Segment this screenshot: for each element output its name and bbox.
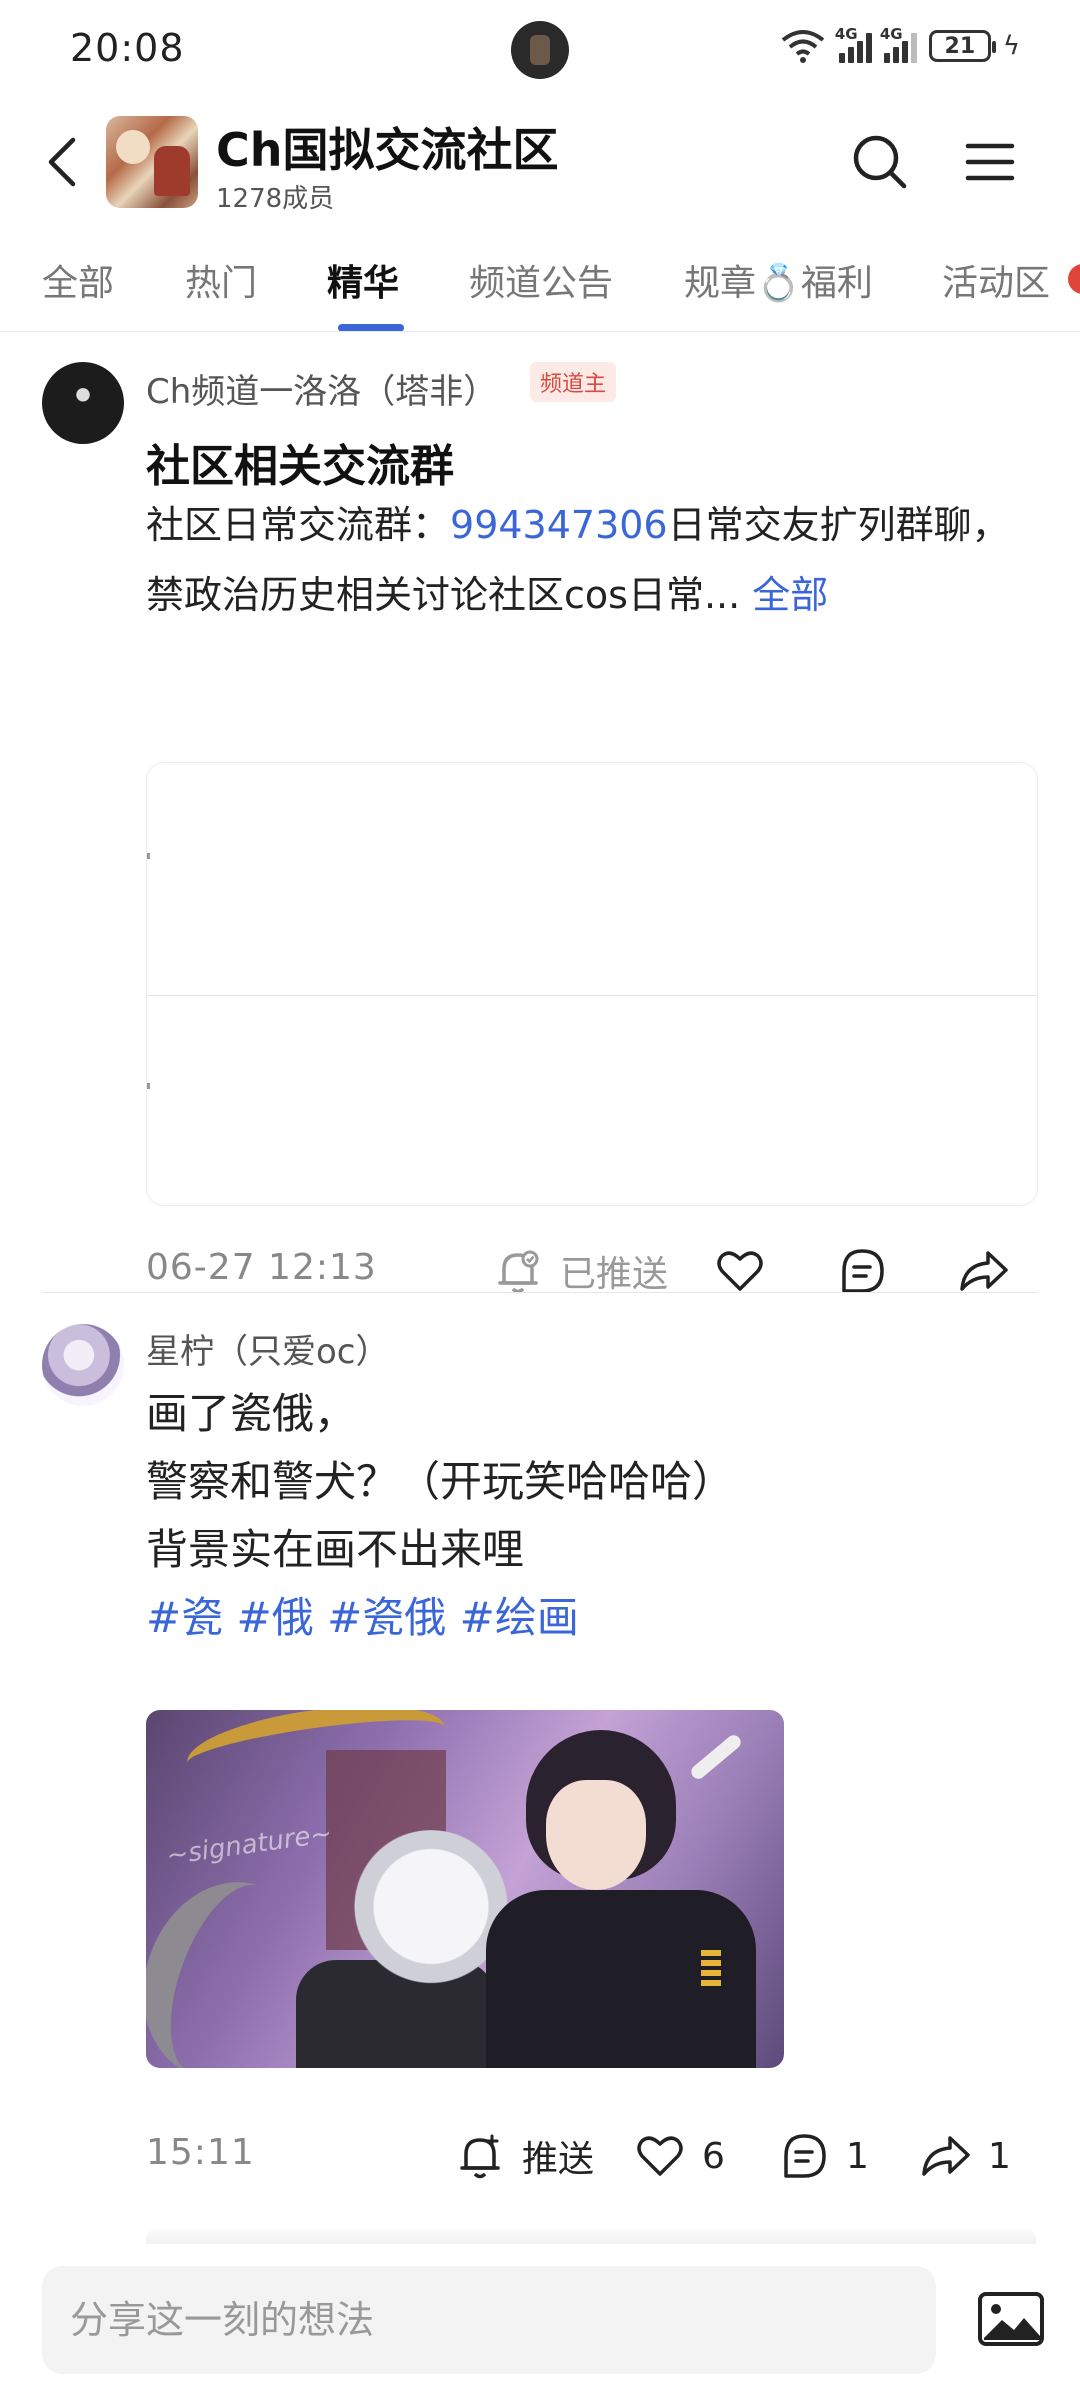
channel-header: Ch国拟交流社区 1278成员 (0, 100, 1080, 230)
status-time: 20:08 (70, 26, 185, 70)
post-line: 画了瓷俄， (146, 1389, 357, 1438)
composer-input[interactable] (42, 2266, 936, 2374)
menu-icon (965, 143, 1015, 181)
heart-icon (717, 1251, 763, 1291)
owner-badge: 频道主 (530, 362, 617, 402)
search-button[interactable] (848, 130, 912, 194)
post-footer: 15:11 推送 6 1 1 (0, 2120, 1080, 2190)
push-label: 推送 (522, 2139, 595, 2180)
tab-notification-dot (1068, 264, 1080, 294)
battery-icon: 21 (928, 30, 996, 62)
expand-link[interactable]: 全部 (752, 573, 828, 617)
tab-featured[interactable]: 精华 (327, 254, 399, 306)
composer-box[interactable] (42, 2266, 936, 2374)
post-image[interactable]: ~signature~ (146, 1710, 784, 2068)
art-uniform-patch (701, 1950, 721, 1990)
tab-rules-benefits[interactable]: 规章💍福利 (684, 254, 873, 306)
active-tab-indicator (338, 324, 404, 331)
post-body: 社区日常交流群：994347306日常交友扩列群聊，禁政治历史相关讨论社区cos… (146, 490, 1026, 630)
like-button[interactable]: 6 (632, 2128, 725, 2184)
embed-divider (147, 995, 1037, 996)
share-icon (922, 2136, 970, 2176)
post-body-text: 社区日常交流群： (146, 503, 451, 547)
post-title: 社区相关交流群 (146, 441, 454, 492)
group-number-link[interactable]: 994347306 (450, 503, 668, 547)
status-bar: 20:08 4G 4G 21 ϟ (0, 0, 1080, 100)
pushed-button[interactable]: 已推送 (490, 1243, 668, 1299)
tab-announcements[interactable]: 频道公告 (469, 254, 613, 306)
share-count: 1 (988, 2135, 1011, 2177)
back-button[interactable] (38, 130, 86, 194)
image-icon (978, 2292, 1044, 2346)
battery-level: 21 (944, 33, 976, 59)
post-author[interactable]: 星柠（只爱oc） (146, 1324, 390, 1373)
bell-icon (460, 2134, 500, 2179)
comment-button[interactable] (834, 1243, 890, 1299)
search-icon (853, 135, 907, 189)
post-card[interactable]: Ch频道一洛洛（塔非） 频道主 社区相关交流群 社区日常交流群：99434730… (0, 340, 1080, 1295)
community-title[interactable]: Ch国拟交流社区 (216, 114, 559, 180)
like-count: 6 (702, 2135, 725, 2177)
like-button[interactable] (712, 1243, 768, 1299)
post-line: 背景实在画不出来哩 (146, 1525, 525, 1574)
avatar[interactable] (42, 362, 124, 444)
post-timestamp: 15:11 (146, 2132, 255, 2173)
add-image-button[interactable] (976, 2290, 1046, 2348)
comment-count: 1 (846, 2135, 869, 2177)
embedded-content-card[interactable] (146, 762, 1038, 1206)
post-footer: 06-27 12:13 已推送 (0, 1235, 1080, 1305)
wifi-icon (781, 30, 825, 63)
push-button[interactable]: 推送 (452, 2128, 594, 2184)
bell-icon (498, 1250, 539, 1294)
art-bone (688, 1732, 744, 1782)
signal-icon-1: 4G (835, 25, 872, 63)
back-arrow-icon (48, 137, 76, 187)
front-camera (511, 21, 569, 79)
tab-bar: 全部 热门 精华 频道公告 规章💍福利 活动区 (0, 240, 1080, 332)
share-button[interactable] (956, 1243, 1012, 1299)
charging-icon: ϟ (1002, 31, 1020, 61)
tab-activity[interactable]: 活动区 (942, 254, 1050, 306)
post-divider (42, 1292, 1038, 1293)
member-count[interactable]: 1278成员 (216, 178, 334, 215)
comment-button[interactable]: 1 (776, 2128, 869, 2184)
next-post-preview (146, 2230, 1036, 2244)
pushed-label: 已推送 (560, 1254, 669, 1295)
post-body: 画了瓷俄， 警察和警犬？（开玩笑哈哈哈） 背景实在画不出来哩 #瓷 #俄 #瓷俄… (146, 1380, 1026, 1652)
post-timestamp: 06-27 12:13 (146, 1247, 377, 1288)
embed-marker (147, 853, 150, 859)
tab-all[interactable]: 全部 (42, 254, 114, 306)
heart-icon (637, 2136, 683, 2176)
hashtag-list[interactable]: #瓷 #俄 #瓷俄 #绘画 (146, 1584, 1026, 1652)
menu-button[interactable] (958, 130, 1022, 194)
post-author[interactable]: Ch频道一洛洛（塔非） (146, 364, 497, 413)
comment-icon (784, 2134, 826, 2178)
post-line: 警察和警犬？（开玩笑哈哈哈） (146, 1457, 735, 1506)
tab-hot[interactable]: 热门 (185, 254, 257, 306)
share-button[interactable]: 1 (918, 2128, 1011, 2184)
embed-marker (147, 1083, 150, 1089)
art-figure-face (546, 1780, 646, 1890)
comment-icon (842, 1249, 884, 1293)
share-icon (960, 1251, 1008, 1291)
avatar[interactable] (42, 1324, 124, 1406)
art-signature: ~signature~ (164, 1818, 334, 1872)
status-icons: 4G 4G 21 ϟ (779, 25, 1020, 64)
community-avatar[interactable] (106, 116, 198, 208)
signal-icon-2: 4G (880, 25, 917, 63)
